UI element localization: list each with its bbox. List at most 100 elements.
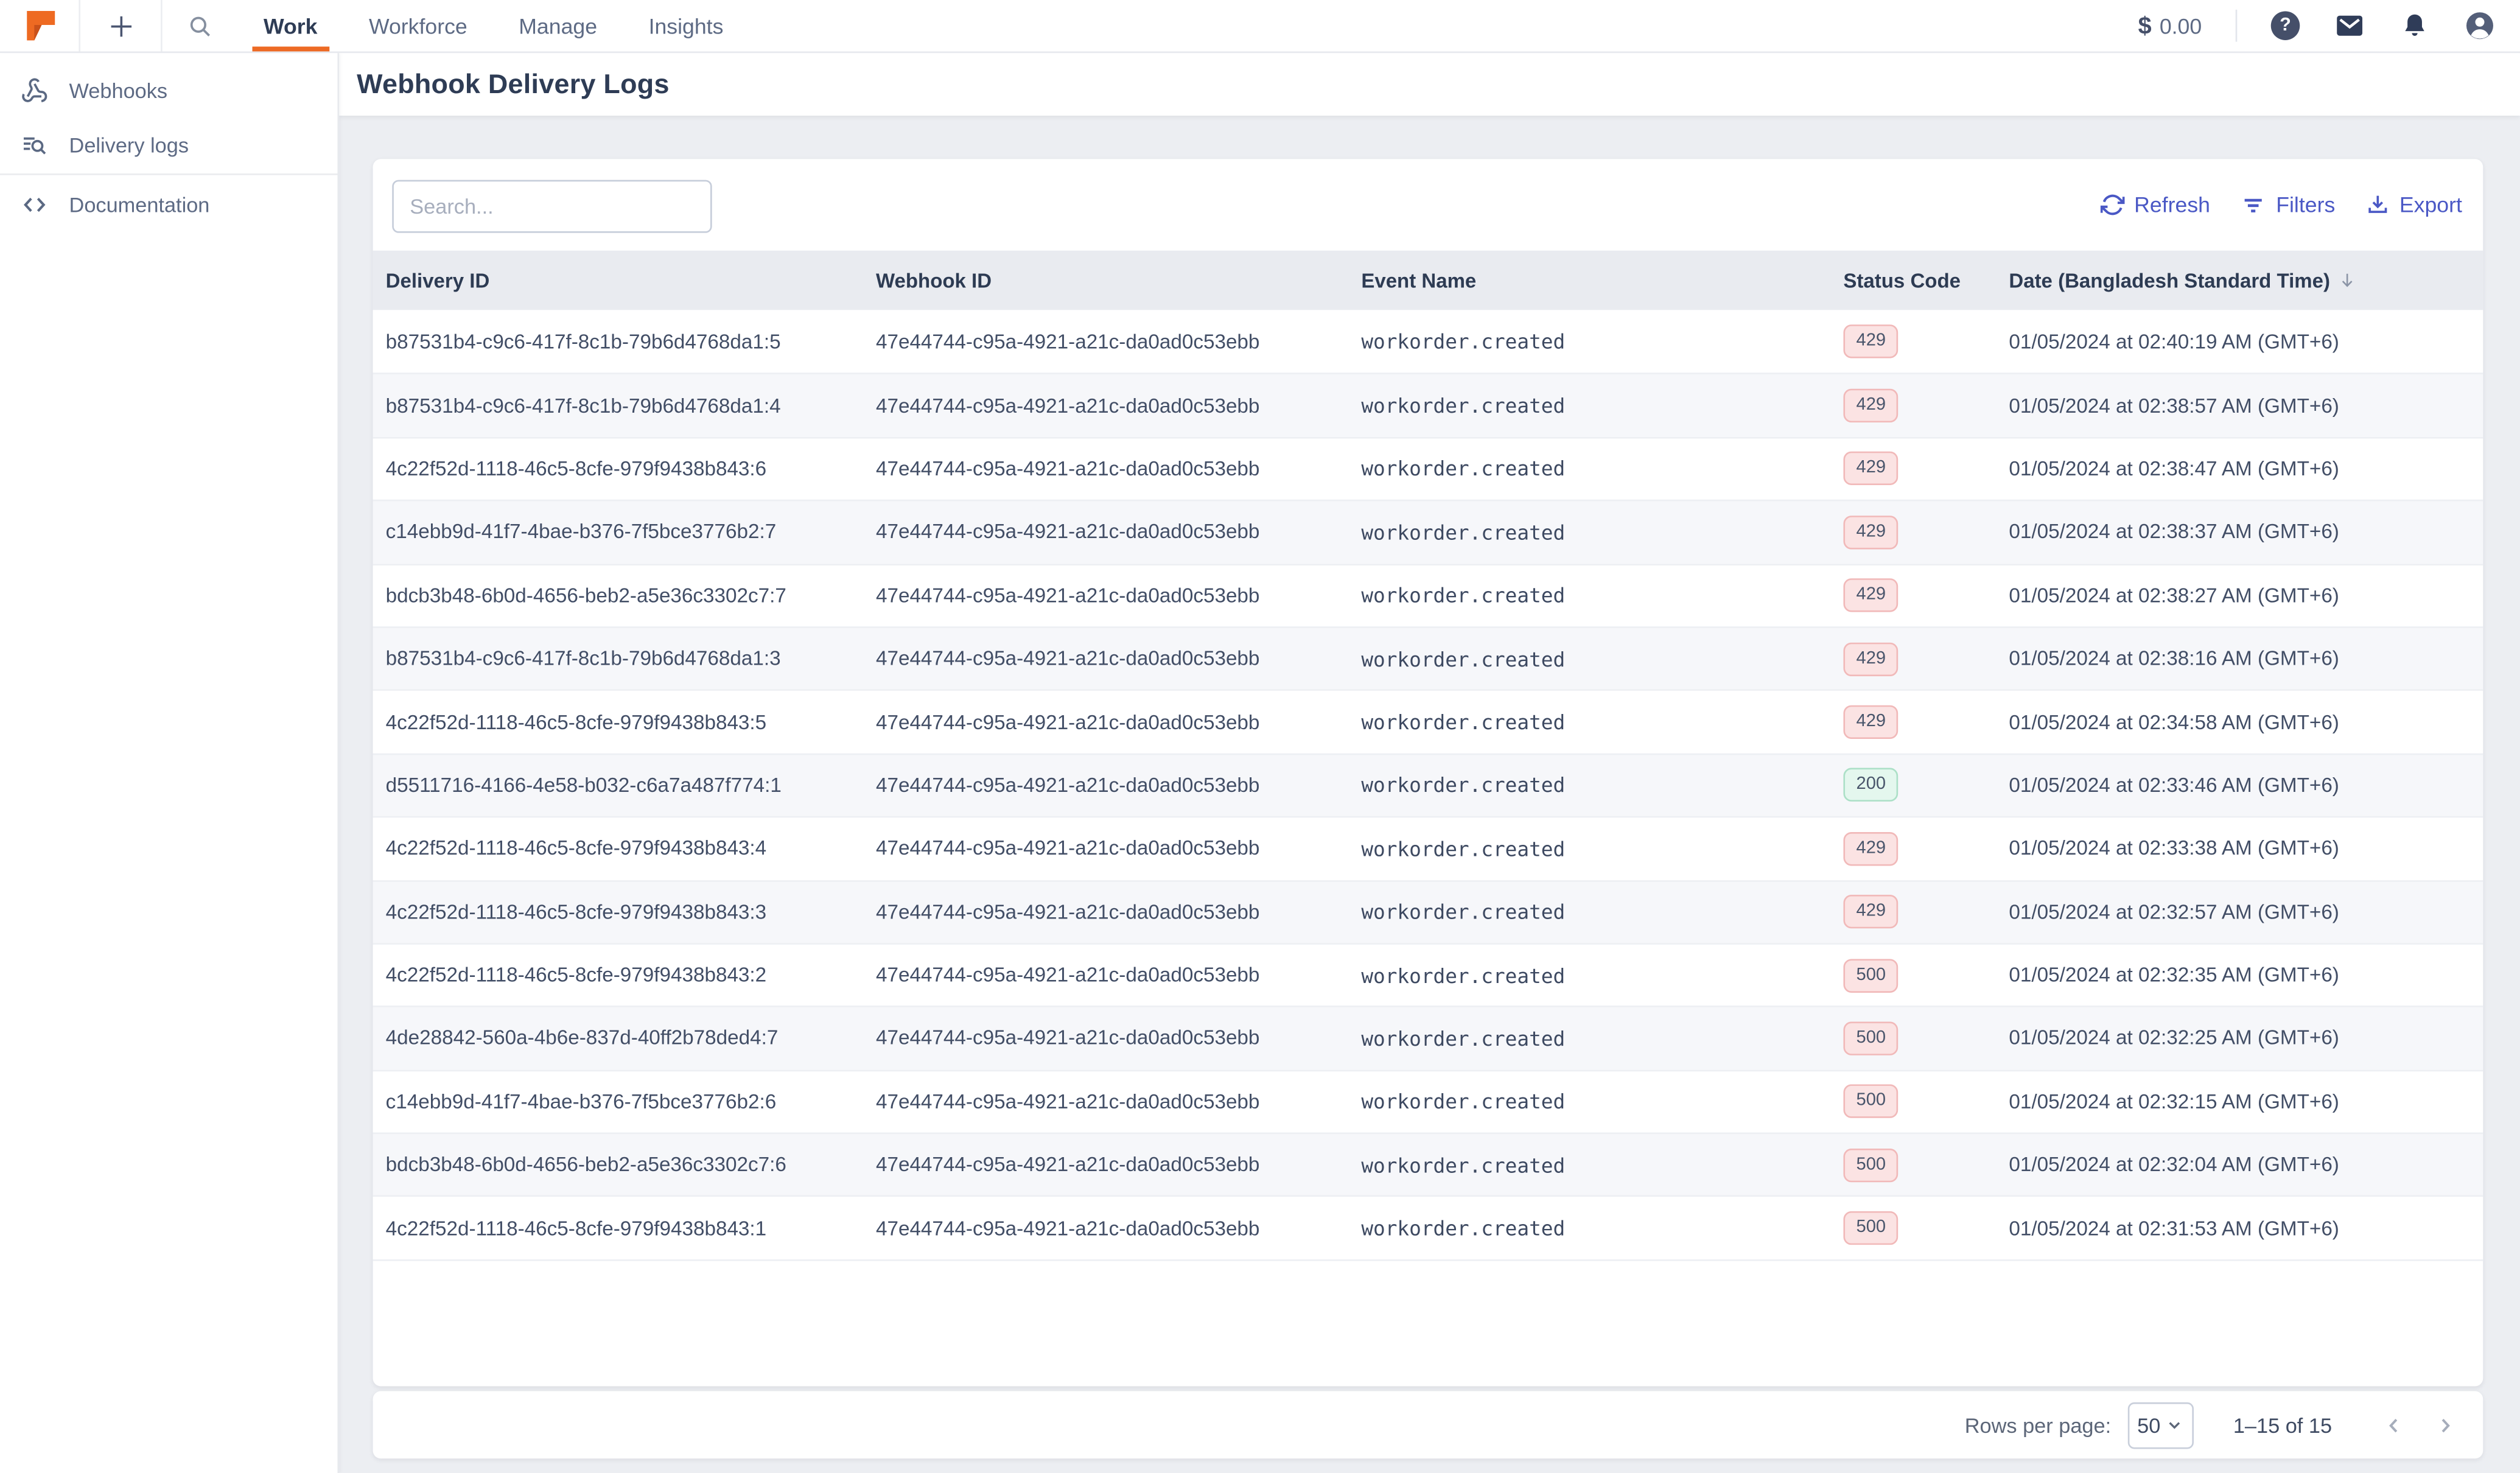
cell-webhook-id: 47e44744-c95a-4921-a21c-da0ad0c53ebb bbox=[875, 647, 1260, 670]
table-row[interactable]: 4c22f52d-1118-46c5-8cfe-979f9438b843:2 4… bbox=[373, 942, 2483, 1006]
chevron-down-icon bbox=[2167, 1417, 2183, 1433]
refresh-icon bbox=[2100, 193, 2125, 217]
nav-tab-workforce[interactable]: Workforce bbox=[369, 0, 467, 51]
cell-event-name: workorder.created bbox=[1361, 836, 1566, 861]
cell-status-code: 429 bbox=[1830, 452, 1996, 486]
cell-date: 01/05/2024 at 02:40:19 AM (GMT+6) bbox=[2009, 330, 2339, 353]
sidebar: Webhooks Delivery logs Documentation bbox=[0, 53, 340, 1473]
export-button[interactable]: Export bbox=[2365, 193, 2462, 217]
pagination-bar: Rows per page: 50 1–15 of 15 bbox=[373, 1391, 2483, 1459]
table-row[interactable]: 4c22f52d-1118-46c5-8cfe-979f9438b843:3 4… bbox=[373, 879, 2483, 943]
status-badge: 429 bbox=[1843, 705, 1899, 740]
cell-event-name: workorder.created bbox=[1361, 773, 1566, 798]
cell-webhook-id: 47e44744-c95a-4921-a21c-da0ad0c53ebb bbox=[875, 330, 1260, 353]
app-logo[interactable] bbox=[0, 0, 81, 52]
table-row[interactable]: b87531b4-c9c6-417f-8c1b-79b6d4768da1:3 4… bbox=[373, 626, 2483, 690]
page-title: Webhook Delivery Logs bbox=[357, 68, 670, 99]
cell-status-code: 500 bbox=[1830, 1021, 1996, 1055]
divider bbox=[2235, 9, 2238, 42]
next-page-button[interactable] bbox=[2425, 1405, 2463, 1444]
table-row[interactable]: 4c22f52d-1118-46c5-8cfe-979f9438b843:6 4… bbox=[373, 436, 2483, 500]
cell-date: 01/05/2024 at 02:32:35 AM (GMT+6) bbox=[2009, 964, 2339, 987]
table-row[interactable]: b87531b4-c9c6-417f-8c1b-79b6d4768da1:4 4… bbox=[373, 373, 2483, 437]
chevron-left-icon bbox=[2381, 1413, 2406, 1437]
sidebar-item-label: Documentation bbox=[69, 192, 210, 216]
add-button[interactable] bbox=[80, 0, 163, 52]
status-badge: 500 bbox=[1843, 1021, 1899, 1055]
prev-page-button[interactable] bbox=[2374, 1405, 2412, 1444]
filter-icon bbox=[2241, 192, 2266, 217]
mail-button[interactable] bbox=[2334, 10, 2366, 42]
table-row[interactable]: c14ebb9d-41f7-4bae-b376-7f5bce3776b2:6 4… bbox=[373, 1069, 2483, 1133]
cell-date: 01/05/2024 at 02:32:04 AM (GMT+6) bbox=[2009, 1153, 2339, 1177]
download-icon bbox=[2365, 193, 2390, 217]
sort-desc-icon bbox=[2337, 270, 2357, 290]
nav-tab-work[interactable]: Work bbox=[252, 0, 328, 52]
cell-date: 01/05/2024 at 02:31:53 AM (GMT+6) bbox=[2009, 1217, 2339, 1240]
global-search-button[interactable] bbox=[163, 0, 238, 51]
cell-webhook-id: 47e44744-c95a-4921-a21c-da0ad0c53ebb bbox=[875, 837, 1260, 860]
column-header-delivery-id[interactable]: Delivery ID bbox=[373, 269, 863, 292]
chevron-right-icon bbox=[2432, 1413, 2457, 1437]
table-row[interactable]: 4c22f52d-1118-46c5-8cfe-979f9438b843:5 4… bbox=[373, 690, 2483, 754]
filters-button[interactable]: Filters bbox=[2241, 192, 2335, 217]
cell-webhook-id: 47e44744-c95a-4921-a21c-da0ad0c53ebb bbox=[875, 900, 1260, 923]
search-input[interactable] bbox=[392, 180, 712, 233]
table-row[interactable]: 4de28842-560a-4b6e-837d-40ff2b78ded4:7 4… bbox=[373, 1006, 2483, 1069]
account-button[interactable] bbox=[2464, 10, 2496, 42]
cell-delivery-id: b87531b4-c9c6-417f-8c1b-79b6d4768da1:5 bbox=[385, 330, 781, 353]
cell-event-name: workorder.created bbox=[1361, 900, 1566, 925]
refresh-button[interactable]: Refresh bbox=[2100, 193, 2210, 217]
cell-status-code: 500 bbox=[1830, 1085, 1996, 1119]
cell-webhook-id: 47e44744-c95a-4921-a21c-da0ad0c53ebb bbox=[875, 710, 1260, 733]
cell-date: 01/05/2024 at 02:38:16 AM (GMT+6) bbox=[2009, 647, 2339, 670]
avatar-icon bbox=[2464, 10, 2496, 42]
plus-icon bbox=[105, 10, 136, 41]
sidebar-item-documentation[interactable]: Documentation bbox=[0, 177, 337, 231]
status-badge: 429 bbox=[1843, 578, 1899, 613]
table-row[interactable]: b87531b4-c9c6-417f-8c1b-79b6d4768da1:5 4… bbox=[373, 310, 2483, 374]
column-header-status-code[interactable]: Status Code bbox=[1830, 269, 1996, 292]
table-header: Delivery ID Webhook ID Event Name Status… bbox=[373, 250, 2483, 310]
column-header-webhook-id[interactable]: Webhook ID bbox=[863, 269, 1348, 292]
cell-delivery-id: bdcb3b48-6b0d-4656-beb2-a5e36c3302c7:7 bbox=[385, 584, 786, 607]
dollar-icon: $ bbox=[2138, 12, 2152, 40]
cell-delivery-id: 4c22f52d-1118-46c5-8cfe-979f9438b843:3 bbox=[385, 900, 767, 923]
table-row[interactable]: 4c22f52d-1118-46c5-8cfe-979f9438b843:1 4… bbox=[373, 1195, 2483, 1259]
help-button[interactable]: ? bbox=[2270, 11, 2300, 40]
cell-date: 01/05/2024 at 02:38:27 AM (GMT+6) bbox=[2009, 584, 2339, 607]
cell-webhook-id: 47e44744-c95a-4921-a21c-da0ad0c53ebb bbox=[875, 1027, 1260, 1050]
cell-date: 01/05/2024 at 02:33:46 AM (GMT+6) bbox=[2009, 774, 2339, 797]
cell-date: 01/05/2024 at 02:34:58 AM (GMT+6) bbox=[2009, 710, 2339, 733]
brand-icon bbox=[22, 8, 57, 43]
nav-tab-manage[interactable]: Manage bbox=[519, 0, 597, 51]
cell-event-name: workorder.created bbox=[1361, 1153, 1566, 1177]
notifications-button[interactable] bbox=[2399, 10, 2430, 41]
table-row[interactable]: bdcb3b48-6b0d-4656-beb2-a5e36c3302c7:6 4… bbox=[373, 1132, 2483, 1196]
table-row[interactable]: 4c22f52d-1118-46c5-8cfe-979f9438b843:4 4… bbox=[373, 816, 2483, 880]
status-badge: 429 bbox=[1843, 642, 1899, 676]
cell-delivery-id: c14ebb9d-41f7-4bae-b376-7f5bce3776b2:6 bbox=[385, 1090, 777, 1113]
nav-tab-insights[interactable]: Insights bbox=[649, 0, 724, 51]
cell-webhook-id: 47e44744-c95a-4921-a21c-da0ad0c53ebb bbox=[875, 964, 1260, 987]
table-actions: Refresh Filters Export bbox=[2100, 159, 2462, 250]
balance-button[interactable]: $ 0.00 bbox=[2138, 12, 2202, 40]
cell-webhook-id: 47e44744-c95a-4921-a21c-da0ad0c53ebb bbox=[875, 1153, 1260, 1177]
table-row[interactable]: bdcb3b48-6b0d-4656-beb2-a5e36c3302c7:7 4… bbox=[373, 563, 2483, 627]
cell-status-code: 500 bbox=[1830, 1211, 1996, 1245]
sidebar-item-delivery-logs[interactable]: Delivery logs bbox=[0, 117, 337, 172]
rows-per-page-select[interactable]: 50 bbox=[2127, 1401, 2193, 1449]
column-header-event-name[interactable]: Event Name bbox=[1348, 269, 1830, 292]
code-icon bbox=[21, 191, 48, 218]
status-badge: 429 bbox=[1843, 515, 1899, 550]
table-row[interactable]: d5511716-4166-4e58-b032-c6a7a487f774:1 4… bbox=[373, 753, 2483, 816]
top-bar-right: $ 0.00 ? bbox=[2138, 0, 2520, 51]
pagination-range: 1–15 of 15 bbox=[2233, 1413, 2333, 1437]
sidebar-item-webhooks[interactable]: Webhooks bbox=[0, 63, 337, 117]
cell-delivery-id: d5511716-4166-4e58-b032-c6a7a487f774:1 bbox=[385, 774, 782, 797]
cell-event-name: workorder.created bbox=[1361, 1026, 1566, 1051]
column-header-date[interactable]: Date (Bangladesh Standard Time) bbox=[1996, 269, 2483, 292]
table-row[interactable]: c14ebb9d-41f7-4bae-b376-7f5bce3776b2:7 4… bbox=[373, 500, 2483, 564]
sidebar-item-label: Webhooks bbox=[69, 77, 168, 102]
table-body: b87531b4-c9c6-417f-8c1b-79b6d4768da1:5 4… bbox=[373, 310, 2483, 1261]
